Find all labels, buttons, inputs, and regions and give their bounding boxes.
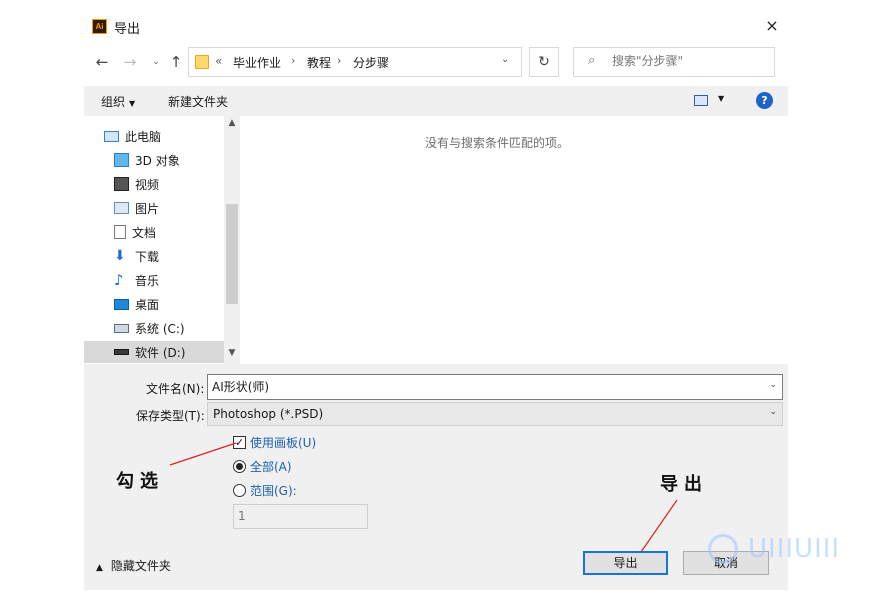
scroll-up-icon[interactable]: ▲	[224, 118, 240, 128]
breadcrumb-item[interactable]: 分步骤	[353, 54, 389, 71]
recent-locations-chevron-icon[interactable]: ⌄	[146, 52, 166, 72]
organize-label: 组织	[101, 95, 126, 109]
search-box[interactable]: ⌕	[573, 47, 775, 77]
tree-item-label: 软件 (D:)	[135, 345, 186, 360]
range-field[interactable]	[233, 504, 368, 529]
all-radio[interactable]	[233, 460, 246, 473]
tree-item-label: 此电脑	[125, 129, 162, 144]
tree-item-label: 3D 对象	[135, 153, 180, 168]
chevron-down-icon[interactable]: ⌄	[769, 407, 777, 417]
caret-down-icon[interactable]: ▼	[718, 94, 724, 103]
cube-icon	[114, 153, 129, 167]
chevron-down-icon[interactable]: ⌄	[501, 54, 509, 65]
filetype-value: Photoshop (*.PSD)	[213, 407, 324, 421]
export-dialog: Ai 导出 × ← → ⌄ ↑ « 毕业作业 › 教程 › 分步骤 ⌄ ↻ ⌕ …	[84, 0, 788, 590]
tree-item-label: 下载	[135, 249, 160, 264]
watermark-text: UIIIUIII	[748, 534, 841, 564]
tree-item-pictures[interactable]: 图片	[114, 197, 224, 219]
tree-item-this-pc[interactable]: 此电脑	[104, 125, 224, 147]
hide-folders-label: 隐藏文件夹	[110, 559, 171, 573]
new-folder-button[interactable]: 新建文件夹	[168, 93, 228, 110]
picture-icon	[114, 202, 129, 214]
desktop-icon	[114, 298, 129, 310]
scroll-down-icon[interactable]: ▼	[224, 348, 240, 358]
tree-item-label: 音乐	[135, 273, 160, 288]
all-radio-label[interactable]: 全部(A)	[250, 458, 292, 475]
breadcrumb-separator-icon[interactable]: ›	[291, 54, 295, 67]
caret-down-icon: ▼	[129, 99, 136, 108]
breadcrumb-item[interactable]: 毕业作业	[233, 54, 281, 71]
drive-c-icon	[114, 323, 129, 333]
filetype-label: 保存类型(T):	[136, 409, 205, 423]
tree-item-videos[interactable]: 视频	[114, 173, 224, 195]
annotation-export-text: 导出	[660, 474, 708, 495]
annotation-check-text: 勾选	[116, 471, 164, 492]
computer-icon	[104, 130, 119, 142]
address-bar[interactable]: « 毕业作业 › 教程 › 分步骤 ⌄	[188, 47, 522, 77]
title-bar: Ai 导出 ×	[84, 0, 788, 48]
search-icon: ⌕	[588, 53, 596, 68]
view-options-icon[interactable]	[694, 95, 708, 106]
export-button[interactable]: 导出	[583, 551, 668, 575]
hide-folders-toggle[interactable]: ▲ 隐藏文件夹	[96, 557, 171, 574]
document-icon	[114, 225, 126, 239]
breadcrumb-item[interactable]: 教程	[307, 54, 331, 71]
tree-item-downloads[interactable]: ⬇ 下载	[114, 245, 224, 267]
navigation-pane: 此电脑 3D 对象 视频 图片 文档 ⬇ 下载 ♪ 音乐 桌面 系统 (C:) …	[84, 116, 224, 364]
help-icon[interactable]: ?	[756, 92, 773, 109]
file-list-pane[interactable]: 没有与搜索条件匹配的项。	[240, 116, 788, 364]
tree-item-drive-c[interactable]: 系统 (C:)	[114, 317, 224, 339]
organize-button[interactable]: 组织 ▼	[101, 93, 135, 110]
caret-up-icon: ▲	[96, 563, 103, 573]
filename-combobox[interactable]: ⌄	[207, 374, 783, 400]
up-arrow-icon[interactable]: ↑	[166, 52, 186, 72]
use-artboards-checkbox[interactable]: ✓	[233, 436, 246, 449]
tree-item-label: 文档	[132, 225, 157, 240]
drive-d-icon	[114, 349, 129, 355]
range-input[interactable]	[238, 509, 358, 523]
back-arrow-icon[interactable]: ←	[92, 52, 112, 72]
refresh-button[interactable]: ↻	[529, 47, 559, 77]
range-radio[interactable]	[233, 484, 246, 497]
breadcrumb-overflow[interactable]: «	[215, 54, 222, 68]
filename-label: 文件名(N):	[146, 382, 205, 396]
watermark-icon	[708, 534, 738, 564]
watermark-logo: UIIIUIII	[708, 532, 858, 578]
close-button[interactable]: ×	[760, 14, 784, 38]
use-artboards-label[interactable]: 使用画板(U)	[250, 434, 316, 451]
breadcrumb-separator-icon[interactable]: ›	[337, 54, 341, 67]
filename-input[interactable]	[212, 379, 752, 393]
search-input[interactable]	[612, 54, 772, 68]
illustrator-app-icon: Ai	[92, 19, 107, 34]
tree-item-label: 视频	[135, 177, 160, 192]
tree-item-label: 图片	[135, 201, 160, 216]
forward-arrow-icon[interactable]: →	[120, 52, 140, 72]
nav-pane-scrollbar[interactable]: ▲ ▼	[224, 116, 240, 364]
tree-item-documents[interactable]: 文档	[114, 221, 224, 243]
chevron-down-icon[interactable]: ⌄	[769, 380, 777, 390]
filetype-select[interactable]: Photoshop (*.PSD) ⌄	[207, 402, 783, 426]
tree-item-label: 系统 (C:)	[135, 321, 185, 336]
tree-item-label: 桌面	[135, 297, 160, 312]
scrollbar-thumb[interactable]	[226, 204, 238, 304]
film-icon	[114, 177, 129, 191]
tree-item-drive-d[interactable]: 软件 (D:)	[84, 341, 224, 363]
range-radio-label[interactable]: 范围(G):	[250, 482, 297, 499]
tree-item-music[interactable]: ♪ 音乐	[114, 269, 224, 291]
tree-item-3d-objects[interactable]: 3D 对象	[114, 149, 224, 171]
music-icon: ♪	[114, 271, 124, 289]
tree-item-desktop[interactable]: 桌面	[114, 293, 224, 315]
folder-icon	[195, 55, 209, 69]
radio-selected-dot	[236, 463, 243, 470]
download-icon: ⬇	[114, 248, 126, 264]
empty-results-message: 没有与搜索条件匹配的项。	[424, 136, 569, 150]
window-title: 导出	[114, 22, 141, 37]
toolbar: 组织 ▼ 新建文件夹 ▼ ?	[84, 86, 788, 116]
